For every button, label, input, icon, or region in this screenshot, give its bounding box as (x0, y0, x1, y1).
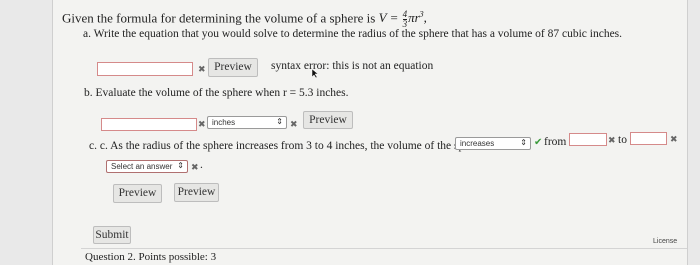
select-arrows-icon: ⇕ (177, 161, 184, 170)
part-c-to-label: to (618, 134, 627, 146)
part-c-from-input[interactable] (569, 133, 607, 146)
part-c-label: c. c. As the radius of the sphere increa… (89, 140, 485, 152)
submit-button[interactable]: Submit (93, 226, 131, 244)
divider-line (81, 248, 687, 249)
part-a-preview-button[interactable]: Preview (208, 58, 258, 77)
part-c-answer-select[interactable]: Select an answer ⇕ (106, 160, 188, 173)
part-a-answer-input[interactable] (97, 62, 193, 76)
part-b-units-select[interactable]: inches ⇕ (207, 116, 287, 129)
select-arrows-icon: ⇕ (276, 117, 283, 126)
question-prompt: Given the formula for determining the vo… (62, 10, 427, 29)
license-link[interactable]: License (653, 238, 677, 245)
next-question-header: Question 2. Points possible: 3 (85, 251, 217, 263)
part-c-from-incorrect-icon: ✖ (608, 135, 616, 145)
part-c-period: . (200, 159, 203, 171)
part-b-units-incorrect-icon: ✖ (290, 119, 298, 129)
part-b-preview-button[interactable]: Preview (303, 111, 353, 129)
question-card: Given the formula for determining the vo… (52, 0, 688, 265)
part-c-from-label: from (544, 136, 567, 148)
prompt-text: Given the formula for determining the vo… (62, 10, 376, 26)
formula: V = 4 3 πr3, (378, 9, 427, 29)
part-a-label: a. Write the equation that you would sol… (83, 28, 623, 40)
part-c-select-incorrect-icon: ✖ (191, 162, 199, 172)
mouse-cursor-icon (311, 69, 319, 79)
part-c-to-incorrect-icon: ✖ (670, 134, 678, 144)
select-arrows-icon: ⇕ (520, 138, 527, 147)
part-c-to-input[interactable] (630, 132, 667, 145)
part-a-incorrect-icon: ✖ (198, 64, 206, 74)
part-a-error-text: syntax error: this is not an equation (271, 60, 434, 72)
part-c-trend-select[interactable]: increases ⇕ (455, 137, 531, 150)
part-b-incorrect-icon: ✖ (198, 119, 206, 129)
part-b-label: b. Evaluate the volume of the sphere whe… (84, 87, 349, 99)
part-c-preview-button-2[interactable]: Preview (174, 183, 219, 202)
part-b-answer-input[interactable] (101, 118, 197, 131)
part-c-preview-button-1[interactable]: Preview (113, 184, 162, 203)
part-c-correct-icon: ✔ (534, 137, 543, 148)
